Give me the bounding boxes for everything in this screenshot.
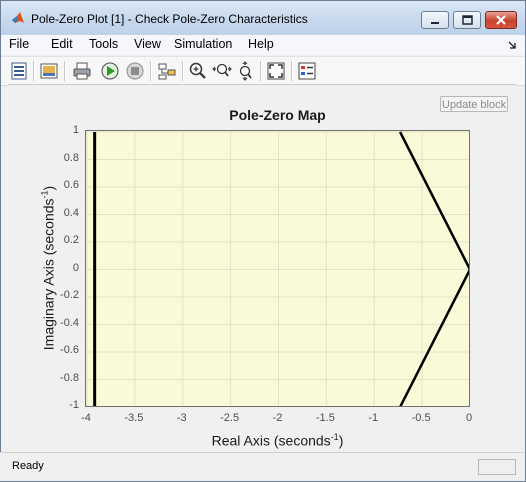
block-parameters-icon[interactable] bbox=[9, 61, 29, 81]
menu-bar: File Edit Tools View Simulation Help bbox=[1, 35, 525, 55]
matlab-logo-icon bbox=[12, 12, 24, 23]
window-title: Pole-Zero Plot [1] - Check Pole-Zero Cha… bbox=[31, 12, 308, 26]
run-icon[interactable] bbox=[100, 61, 120, 81]
toolbar-separator bbox=[64, 61, 66, 81]
y-tick-label: 1 bbox=[72, 124, 79, 136]
highlight-block-icon[interactable] bbox=[157, 61, 177, 81]
toolbar-separator bbox=[260, 61, 262, 81]
zoom-y-icon[interactable] bbox=[236, 61, 256, 81]
maximize-icon bbox=[462, 15, 473, 25]
toolbar-separator bbox=[33, 61, 35, 81]
zoom-in-icon[interactable] bbox=[188, 61, 208, 81]
menu-file[interactable]: File bbox=[7, 37, 31, 51]
minimize-icon bbox=[431, 22, 439, 24]
menu-edit[interactable]: Edit bbox=[49, 37, 75, 51]
print-preview-icon[interactable] bbox=[39, 61, 59, 81]
pole-zero-plot bbox=[86, 131, 469, 406]
menu-simulation[interactable]: Simulation bbox=[172, 37, 234, 51]
dock-arrow-icon[interactable] bbox=[506, 39, 518, 51]
x-tick-label: -2 bbox=[272, 412, 283, 424]
minimize-button[interactable] bbox=[421, 11, 449, 29]
menu-help[interactable]: Help bbox=[246, 37, 276, 51]
stop-icon[interactable] bbox=[125, 61, 145, 81]
y-tick-label: 0.8 bbox=[63, 151, 79, 164]
close-button[interactable] bbox=[485, 11, 517, 29]
y-tick-label: -0.8 bbox=[60, 371, 79, 384]
menu-tools[interactable]: Tools bbox=[87, 37, 120, 51]
x-tick-label: -3.5 bbox=[124, 412, 144, 424]
y-tick-label: -1 bbox=[69, 399, 79, 411]
print-icon[interactable] bbox=[72, 61, 92, 81]
title-bar[interactable]: Pole-Zero Plot [1] - Check Pole-Zero Cha… bbox=[1, 1, 525, 35]
zoom-x-icon[interactable] bbox=[212, 61, 232, 81]
x-tick-label: -0.5 bbox=[411, 412, 431, 424]
x-tick-label: -4 bbox=[81, 412, 91, 424]
toolbar-separator bbox=[182, 61, 184, 81]
x-tick-label: -1 bbox=[368, 412, 379, 424]
toolbar bbox=[1, 56, 525, 86]
status-bar: Ready bbox=[0, 452, 524, 481]
chart-title: Pole-Zero Map bbox=[229, 107, 326, 123]
y-axis-label: Imaginary Axis (seconds-1) bbox=[39, 185, 57, 351]
plot-axes[interactable] bbox=[85, 130, 470, 407]
x-tick-label: 0 bbox=[465, 412, 473, 424]
status-text: Ready bbox=[12, 460, 44, 472]
close-icon bbox=[496, 15, 506, 25]
x-tick-label: -3 bbox=[176, 412, 187, 424]
x-axis-label: Real Axis (seconds-1) bbox=[211, 432, 344, 449]
legend-icon[interactable] bbox=[297, 61, 317, 81]
status-indicator bbox=[478, 459, 516, 475]
toolbar-separator bbox=[291, 61, 293, 81]
maximize-button[interactable] bbox=[453, 11, 481, 29]
toolbar-separator bbox=[150, 61, 152, 81]
x-tick-label: -2.5 bbox=[220, 412, 240, 424]
x-tick-label: -1.5 bbox=[315, 412, 335, 424]
fit-view-icon[interactable] bbox=[266, 61, 286, 81]
menu-view[interactable]: View bbox=[132, 37, 163, 51]
